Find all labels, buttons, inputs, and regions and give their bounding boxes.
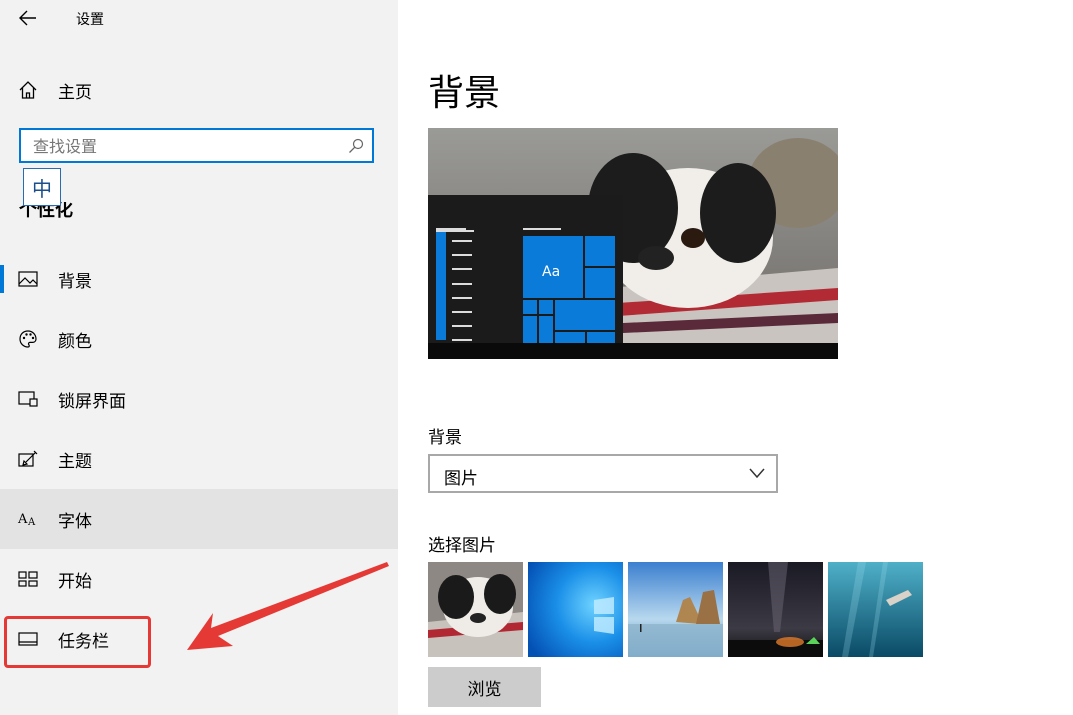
background-type-value: 图片 <box>444 469 478 489</box>
sidebar-item-label: 主题 <box>58 451 92 472</box>
sidebar-item-label: 任务栏 <box>58 631 109 652</box>
thumbnail-windows[interactable] <box>528 562 623 657</box>
thumbnail-beach[interactable] <box>628 562 723 657</box>
start-grid-icon <box>17 568 39 590</box>
svg-text:A: A <box>27 517 36 528</box>
browse-button[interactable]: 浏览 <box>428 667 541 707</box>
svg-text:A: A <box>17 512 28 527</box>
search-input[interactable] <box>33 136 333 156</box>
sidebar-item-label: 背景 <box>58 271 92 292</box>
desktop-preview: Aa <box>428 128 838 359</box>
back-arrow-icon <box>19 10 36 26</box>
sidebar-item-taskbar[interactable]: 任务栏 <box>0 609 398 669</box>
sidebar-item-label: 字体 <box>58 511 92 532</box>
background-label: 背景 <box>428 428 462 448</box>
search-icon[interactable] <box>348 138 364 154</box>
sidebar-item-fonts[interactable]: AA 字体 <box>0 489 398 549</box>
thumbnail-underwater[interactable] <box>828 562 923 657</box>
sidebar-item-label: 开始 <box>58 571 92 592</box>
app-title: 设置 <box>76 12 104 28</box>
thumbnail-dog[interactable] <box>428 562 523 657</box>
picture-thumbnails <box>428 562 923 657</box>
nav-list: 背景 颜色 锁屏界面 主题 AA 字体 开始 任务栏 <box>0 249 398 669</box>
sidebar-item-colors[interactable]: 颜色 <box>0 309 398 369</box>
picture-icon <box>17 268 39 290</box>
sidebar-item-home[interactable]: 主页 <box>0 70 398 110</box>
chevron-down-icon <box>749 468 765 479</box>
preview-wallpaper: Aa <box>428 128 838 359</box>
home-icon <box>17 79 39 101</box>
theme-brush-icon <box>17 448 39 470</box>
taskbar-icon <box>17 628 39 650</box>
thumbnail-night-sky[interactable] <box>728 562 823 657</box>
ime-indicator[interactable]: 中 <box>23 168 61 206</box>
preview-tile-text: Aa <box>542 264 560 280</box>
sidebar-item-label: 颜色 <box>58 331 92 352</box>
palette-icon <box>17 328 39 350</box>
settings-sidebar: 设置 主页 个性化 中 背景 颜色 <box>0 0 398 715</box>
sidebar-item-label: 主页 <box>58 82 92 103</box>
back-button[interactable] <box>16 7 40 29</box>
lock-screen-icon <box>17 388 39 410</box>
sidebar-item-lock-screen[interactable]: 锁屏界面 <box>0 369 398 429</box>
sidebar-item-themes[interactable]: 主题 <box>0 429 398 489</box>
font-icon: AA <box>17 508 39 530</box>
sidebar-item-label: 锁屏界面 <box>58 391 126 412</box>
sidebar-item-start[interactable]: 开始 <box>0 549 398 609</box>
background-type-select[interactable]: 图片 <box>428 454 778 493</box>
page-title: 背景 <box>428 73 501 114</box>
sidebar-item-background[interactable]: 背景 <box>0 249 398 309</box>
search-box[interactable] <box>19 128 374 163</box>
choose-picture-label: 选择图片 <box>428 536 496 556</box>
